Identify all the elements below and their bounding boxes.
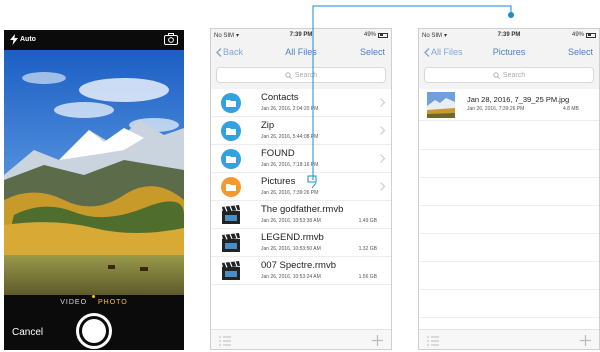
file-date: Jan 26, 2016, 10:53:38 AM (261, 218, 321, 224)
pictures-screen: No SIM ▾ 7:39 PM 49% All Files Pictures S… (418, 28, 600, 350)
list-item[interactable]: The godfather.rmvb Jan 26, 2016, 10:53:38… (211, 201, 391, 229)
select-button[interactable]: Select (568, 47, 593, 57)
status-bar: No SIM ▾ 7:39 PM 49% (211, 29, 391, 42)
clapperboard-icon (221, 205, 241, 225)
bottom-toolbar (211, 329, 391, 349)
flash-toggle[interactable]: Auto (10, 34, 36, 45)
chevron-right-icon (380, 154, 385, 163)
battery-percent: 49% (571, 32, 584, 38)
list-item[interactable]: FOUND Jan 26, 2016, 7:18:16 PM (211, 145, 391, 173)
file-date: Jan 26, 2016, 7:39:26 PM (261, 190, 319, 196)
folder-icon (221, 93, 241, 113)
file-date: Jan 26, 2016, 10:53:50 AM (261, 246, 321, 252)
list-view-icon[interactable] (219, 336, 231, 346)
cancel-button[interactable]: Cancel (12, 327, 43, 338)
pictures-list: Jan 28, 2016, 7_39_25 PM.jpg Jan 26, 201… (419, 89, 599, 329)
list-item[interactable]: Jan 28, 2016, 7_39_25 PM.jpg Jan 26, 201… (419, 89, 599, 121)
folder-icon (221, 149, 241, 169)
battery-icon (586, 32, 596, 38)
battery-percent: 49% (363, 32, 376, 38)
list-item[interactable]: Contacts Jan 26, 2016, 2:04:20 PM (211, 89, 391, 117)
file-date: Jan 26, 2016, 2:04:20 PM (261, 106, 319, 112)
camera-viewfinder (4, 50, 184, 295)
divider (419, 205, 599, 206)
file-date: Jan 26, 2016, 7:18:16 PM (261, 162, 319, 168)
chevron-right-icon (380, 98, 385, 107)
clapperboard-icon (221, 261, 241, 281)
file-size: 1.56 GB (358, 274, 377, 280)
select-button[interactable]: Select (360, 47, 385, 57)
list-item[interactable]: Zip Jan 26, 2016, 5:44:08 PM (211, 117, 391, 145)
flash-label: Auto (20, 36, 36, 43)
mode-indicator-dot (92, 295, 95, 298)
chevron-right-icon (380, 182, 385, 191)
file-size: 1.32 GB (358, 246, 377, 252)
file-date: Jan 26, 2016, 10:53:24 AM (261, 274, 321, 280)
camera-switch-icon[interactable] (164, 33, 178, 45)
file-name: LEGEND.rmvb (261, 232, 324, 243)
divider (419, 233, 599, 234)
mode-photo[interactable]: PHOTO (98, 299, 128, 306)
shutter-button[interactable] (76, 313, 112, 349)
flash-icon (10, 34, 18, 45)
chevron-right-icon (380, 126, 385, 135)
list-view-icon[interactable] (427, 336, 439, 346)
folder-icon (221, 121, 241, 141)
divider (419, 261, 599, 262)
file-browser-screen: No SIM ▾ 7:39 PM 49% Back All Files Selec… (210, 28, 392, 350)
bottom-toolbar (419, 329, 599, 349)
search-input[interactable]: Search (424, 67, 594, 83)
search-icon (285, 71, 292, 79)
file-size: 4.8 MB (563, 106, 579, 112)
divider (419, 289, 599, 290)
file-size: 1.49 GB (358, 218, 377, 224)
file-name: The godfather.rmvb (261, 204, 344, 215)
file-name: FOUND (261, 148, 295, 159)
file-date: Jan 26, 2016, 5:44:08 PM (261, 134, 319, 140)
pictures-folder-icon (221, 177, 241, 197)
divider (419, 149, 599, 150)
file-name: Contacts (261, 92, 299, 103)
shutter-inner (82, 319, 106, 343)
file-list: Contacts Jan 26, 2016, 2:04:20 PM Zip Jan 2… (211, 89, 391, 329)
mode-video[interactable]: VIDEO (60, 299, 87, 306)
navigation-bar: Back All Files Select (211, 42, 391, 64)
list-item[interactable]: 007 Spectre.rmvb Jan 26, 2016, 10:53:24 A… (211, 257, 391, 285)
add-icon[interactable] (372, 335, 383, 346)
search-icon (493, 71, 500, 79)
file-name: Zip (261, 120, 275, 131)
file-name: 007 Spectre.rmvb (261, 260, 336, 271)
add-icon[interactable] (580, 335, 591, 346)
search-placeholder: Search (502, 71, 526, 79)
file-name: Jan 28, 2016, 7_39_25 PM.jpg (467, 95, 570, 104)
camera-top-bar: Auto (4, 30, 184, 50)
file-name: Pictures (261, 176, 296, 187)
battery-icon (378, 32, 388, 38)
search-placeholder: Search (294, 71, 318, 79)
divider (419, 177, 599, 178)
camera-mode-selector[interactable]: VIDEO PHOTO (4, 299, 184, 306)
list-item[interactable]: Pictures Jan 26, 2016, 7:39:26 PM (211, 173, 391, 201)
clapperboard-icon (221, 233, 241, 253)
list-item[interactable]: LEGEND.rmvb Jan 26, 2016, 10:53:50 AM 1.32… (211, 229, 391, 257)
camera-screen: Auto VIDEO PHOTO Cancel (4, 30, 184, 350)
status-bar: No SIM ▾ 7:39 PM 49% (419, 29, 599, 42)
camera-controls: VIDEO PHOTO Cancel (4, 295, 184, 350)
divider (419, 317, 599, 318)
photo-thumbnail (427, 92, 455, 118)
search-input[interactable]: Search (216, 67, 386, 83)
navigation-bar: All Files Pictures Select (419, 42, 599, 64)
file-date: Jan 26, 2016, 7:39:26 PM (467, 106, 525, 112)
